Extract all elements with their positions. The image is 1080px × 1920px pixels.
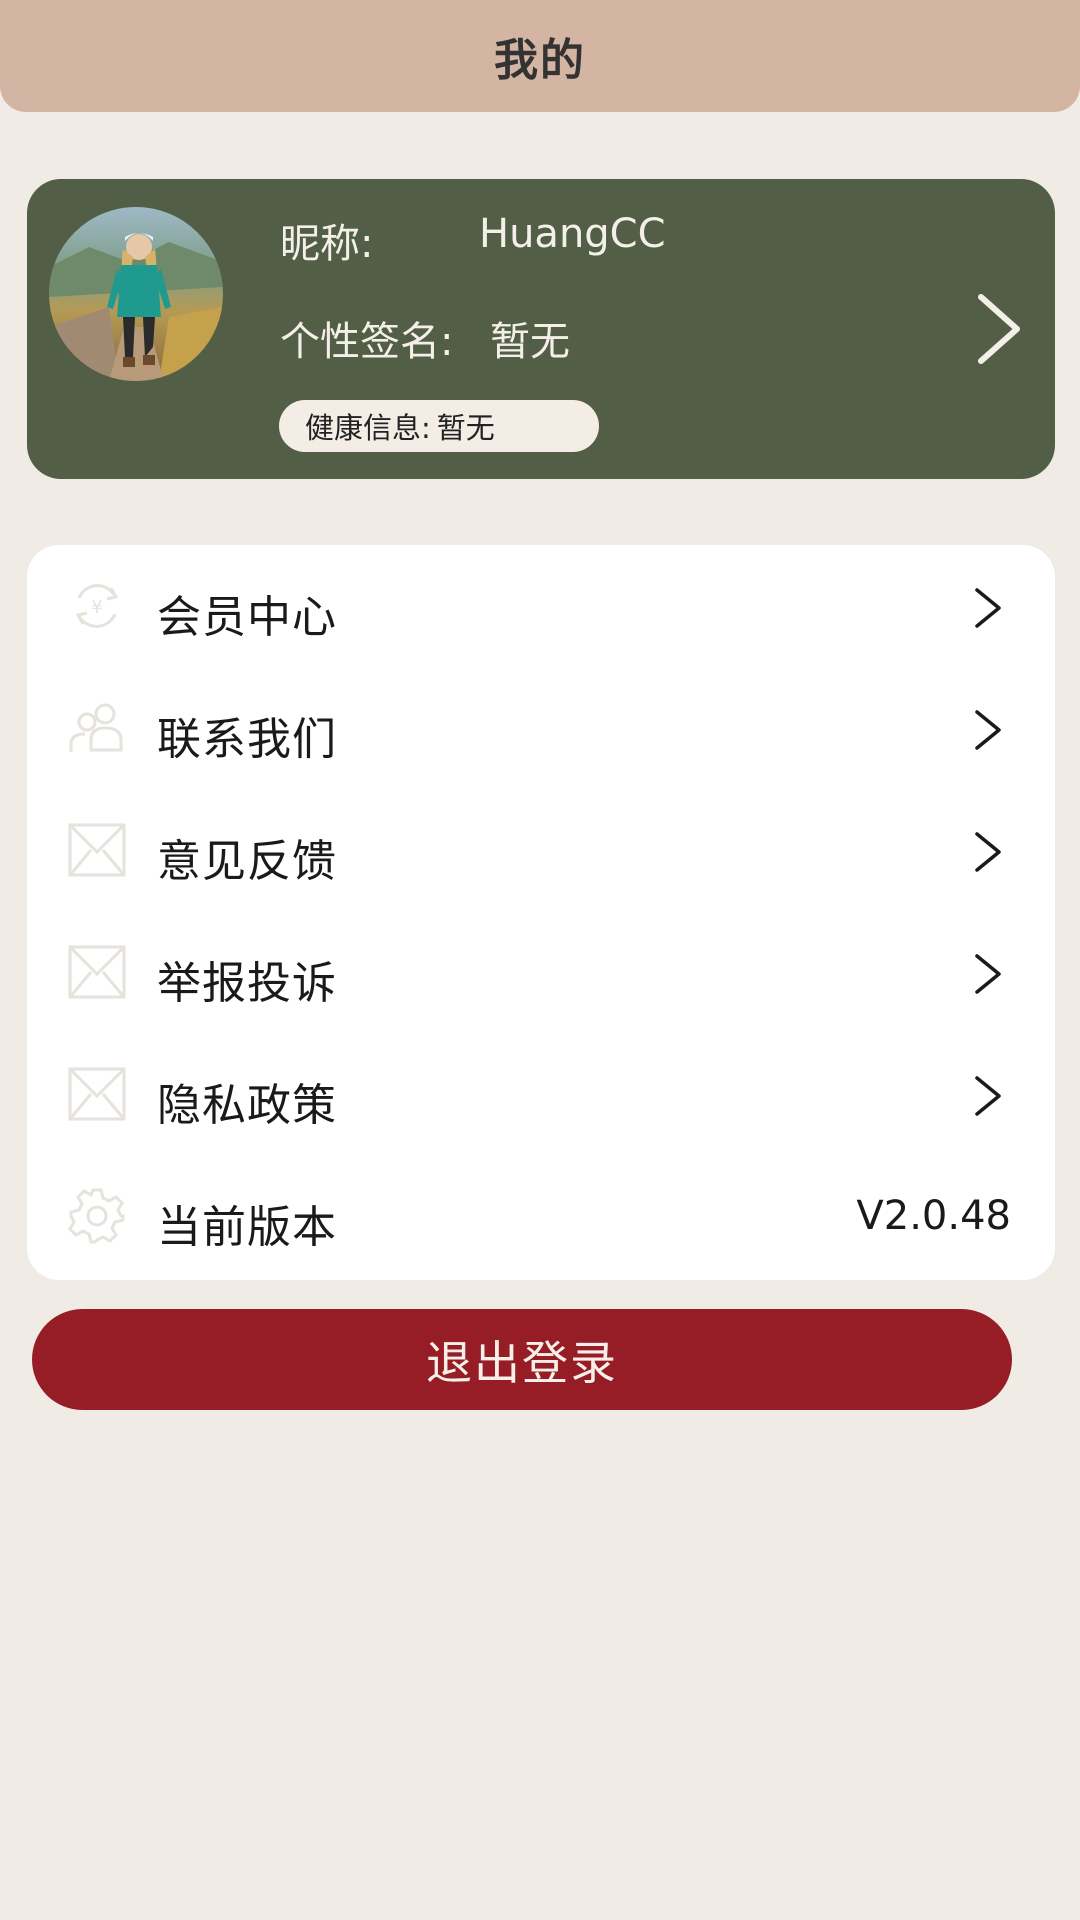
menu-item-label: 当前版本 <box>157 1202 337 1253</box>
envelope-icon <box>68 823 126 877</box>
menu-item-label: 联系我们 <box>157 714 337 765</box>
menu-item-contact-us[interactable]: 联系我们 <box>27 667 1055 789</box>
avatar[interactable] <box>49 207 223 381</box>
health-info-badge: 健康信息: 暂无 <box>279 400 599 452</box>
menu-item-feedback[interactable]: 意见反馈 <box>27 789 1055 911</box>
contacts-icon <box>69 703 123 752</box>
signature-label: 个性签名: <box>280 319 454 365</box>
logout-button[interactable]: 退出登录 <box>32 1309 1012 1410</box>
menu-item-privacy-policy[interactable]: 隐私政策 <box>27 1033 1055 1155</box>
menu-item-label: 隐私政策 <box>157 1080 337 1131</box>
header-bar: 我的 <box>0 0 1080 112</box>
chevron-right-icon <box>975 1076 1001 1116</box>
chevron-right-icon <box>975 588 1001 628</box>
menu-list: ¥ 会员中心 联系我们 意见反馈 举报投诉 隐私政策 当前版本 V2.0.48 <box>27 545 1055 1280</box>
signature-value: 暂无 <box>490 319 570 365</box>
nickname-label: 昵称: <box>280 221 374 267</box>
menu-item-label: 意见反馈 <box>157 836 337 887</box>
envelope-icon <box>68 1067 126 1121</box>
page-title: 我的 <box>494 35 586 86</box>
menu-item-label: 举报投诉 <box>157 958 337 1009</box>
gear-icon <box>68 1188 125 1244</box>
chevron-right-icon <box>975 710 1001 750</box>
svg-text:¥: ¥ <box>91 597 102 618</box>
nickname-value: HuangCC <box>479 211 666 257</box>
menu-item-label: 会员中心 <box>157 592 337 643</box>
chevron-right-icon <box>975 954 1001 994</box>
chevron-right-icon[interactable] <box>967 289 1027 369</box>
yuan-refresh-icon: ¥ <box>75 584 119 628</box>
menu-item-report-complaint[interactable]: 举报投诉 <box>27 911 1055 1033</box>
health-info-value: 暂无 <box>436 411 495 445</box>
health-info-label: 健康信息: <box>305 411 431 445</box>
profile-card[interactable]: 昵称: HuangCC 个性签名: 暂无 健康信息: 暂无 <box>27 179 1055 479</box>
chevron-right-icon <box>975 832 1001 872</box>
menu-item-member-center[interactable]: ¥ 会员中心 <box>27 545 1055 667</box>
menu-item-current-version: 当前版本 V2.0.48 <box>27 1155 1055 1277</box>
version-value: V2.0.48 <box>856 1193 1011 1239</box>
envelope-icon <box>68 945 126 999</box>
